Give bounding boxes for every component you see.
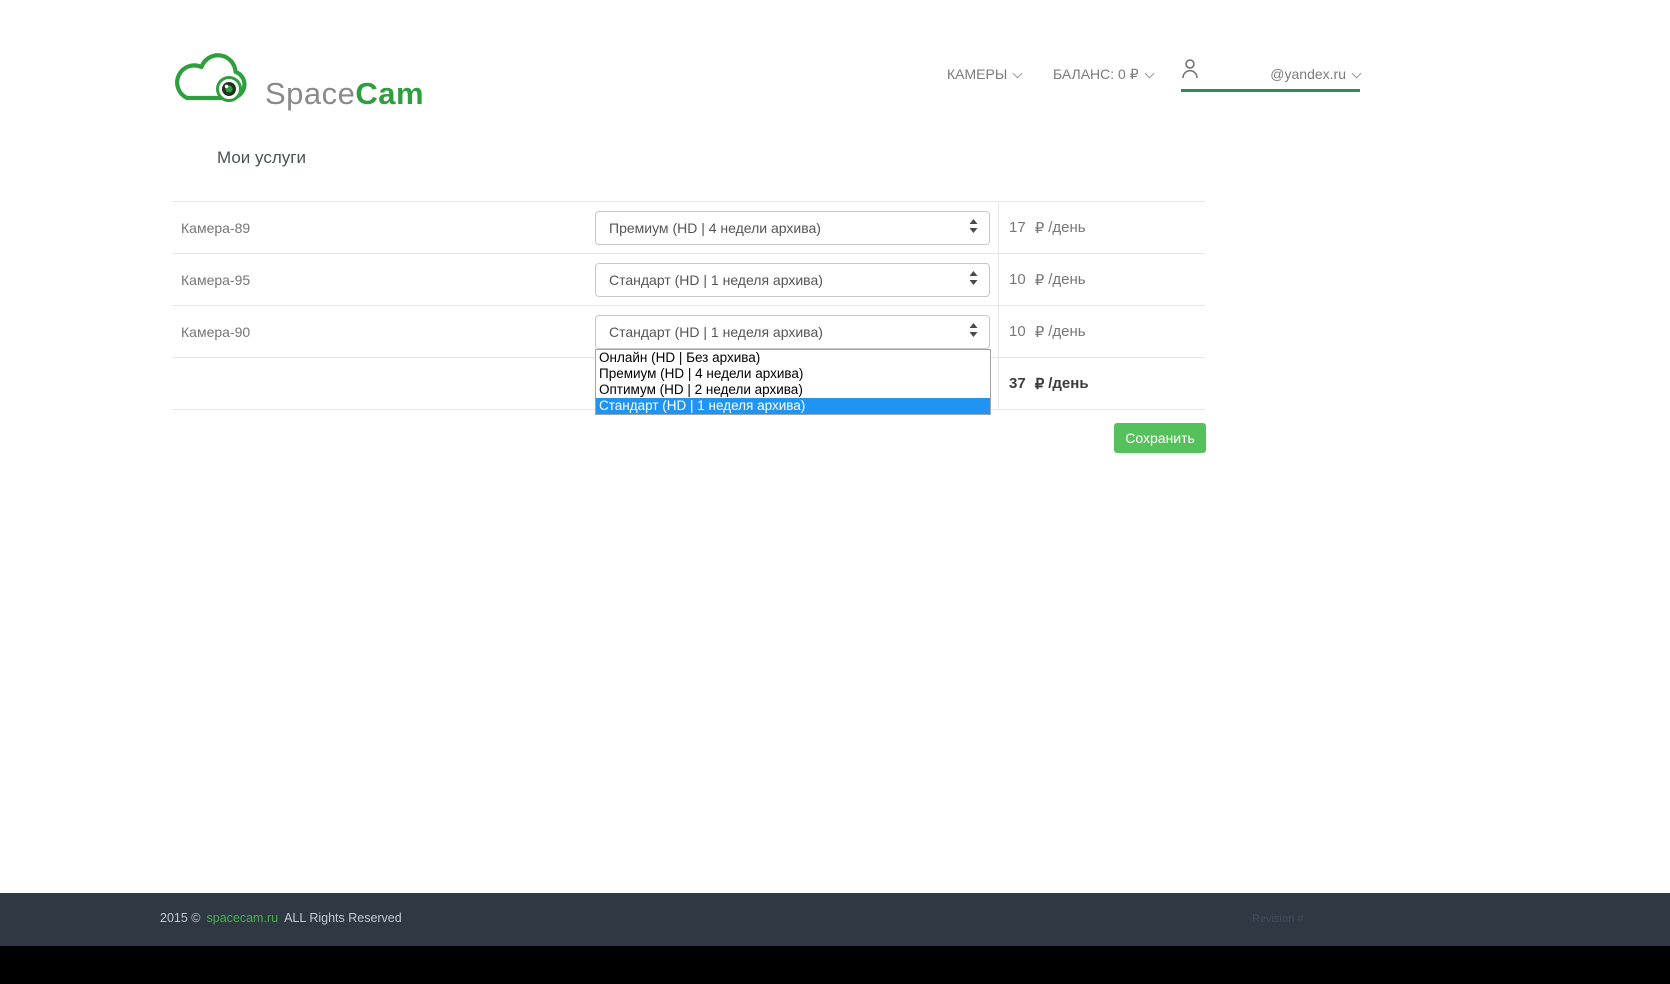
plan-cell: Премиум (HD | 4 недели архива) <box>595 202 998 253</box>
copyright-year: 2015 © <box>160 911 201 925</box>
total-price-value: 37 <box>1009 375 1026 392</box>
price-unit: /день <box>1048 323 1086 340</box>
select-updown-arrows-icon <box>969 323 978 340</box>
plan-select-value: Стандарт (HD | 1 неделя архива) <box>609 323 823 340</box>
footer-site-link[interactable]: spacecam.ru <box>207 911 279 925</box>
price-value: 10 <box>1009 271 1026 288</box>
brand-name-cam: Cam <box>355 76 425 111</box>
plan-select[interactable]: Премиум (HD | 4 недели архива) <box>595 210 990 245</box>
chevron-down-icon <box>1012 68 1023 79</box>
plan-select[interactable]: Стандарт (HD | 1 неделя архива) <box>595 262 990 297</box>
nav-balance-label: БАЛАНС: 0 ₽ <box>1053 66 1139 82</box>
chevron-down-icon <box>1351 68 1362 79</box>
account-menu[interactable]: @yandex.ru <box>1181 58 1362 92</box>
ruble-sign: ₽ <box>1034 323 1045 341</box>
nav-balance-menu[interactable]: БАЛАНС: 0 ₽ <box>1053 66 1155 83</box>
price-unit: /день <box>1048 219 1086 236</box>
price-unit: /день <box>1048 271 1086 288</box>
total-price-cell: 37 ₽ /день <box>998 358 1205 409</box>
price-value: 17 <box>1009 219 1026 236</box>
select-updown-arrows-icon <box>969 271 978 288</box>
price-cell: 17 ₽ /день <box>998 202 1205 253</box>
dropdown-option-online[interactable]: Онлайн (HD | Без архива) <box>596 350 990 366</box>
plan-dropdown-list: Онлайн (HD | Без архива) Премиум (HD | 4… <box>595 349 991 415</box>
ruble-sign: ₽ <box>1034 271 1045 289</box>
account-email: @yandex.ru <box>1270 66 1362 82</box>
camera-name: Камера-90 <box>181 323 251 340</box>
save-button[interactable]: Сохранить <box>1114 423 1206 453</box>
revision-label: Revision # <box>1252 913 1304 925</box>
camera-name: Камера-89 <box>181 219 251 236</box>
brand-name: SpaceCam <box>265 76 425 111</box>
table-row-camera-95: Камера-95 Стандарт (HD | 1 неделя архива… <box>173 254 1205 306</box>
table-row-camera-90: Камера-90 Стандарт (HD | 1 неделя архива… <box>173 306 1205 415</box>
plan-cell: Стандарт (HD | 1 неделя архива) <box>595 254 998 305</box>
copyright-rights: ALL Rights Reserved <box>284 911 402 925</box>
dropdown-option-premium[interactable]: Премиум (HD | 4 недели архива) <box>596 366 990 382</box>
price-cell: 10 ₽ /день <box>998 254 1205 305</box>
dropdown-option-standard-selected[interactable]: Стандарт (HD | 1 неделя архива) <box>596 398 990 414</box>
chevron-down-icon <box>1144 68 1155 79</box>
dropdown-option-optimum[interactable]: Оптимум (HD | 2 недели архива) <box>596 382 990 398</box>
plan-select-open[interactable]: Стандарт (HD | 1 неделя архива) <box>595 314 990 349</box>
bottom-black-bar <box>0 946 1670 984</box>
brand-logo[interactable]: SpaceCam <box>163 44 424 109</box>
account-email-label: @yandex.ru <box>1270 66 1346 82</box>
cloud-camera-icon <box>163 44 259 109</box>
user-icon <box>1181 58 1199 85</box>
select-updown-arrows-icon <box>969 219 978 236</box>
copyright: 2015 © spacecam.ru ALL Rights Reserved <box>160 911 402 925</box>
nav-cameras-label: КАМЕРЫ <box>947 66 1008 82</box>
plan-select-value: Премиум (HD | 4 недели архива) <box>609 219 821 236</box>
camera-name: Камера-95 <box>181 271 251 288</box>
price-value: 10 <box>1009 323 1026 340</box>
nav-cameras-menu[interactable]: КАМЕРЫ <box>947 66 1023 82</box>
price-cell: 10 ₽ /день <box>998 306 1205 357</box>
plan-cell: Стандарт (HD | 1 неделя архива) Онлайн (… <box>595 306 998 415</box>
table-row-camera-89: Камера-89 Премиум (HD | 4 недели архива)… <box>173 202 1205 254</box>
header: SpaceCam КАМЕРЫ БАЛАНС: 0 ₽ @yandex.ru <box>0 0 1670 130</box>
total-price-unit: /день <box>1048 375 1089 392</box>
page-title: Мои услуги <box>217 148 306 167</box>
ruble-sign: ₽ <box>1034 375 1045 393</box>
services-table: Камера-89 Премиум (HD | 4 недели архива)… <box>173 201 1205 415</box>
footer: 2015 © spacecam.ru ALL Rights Reserved Rev… <box>0 893 1670 946</box>
ruble-sign: ₽ <box>1034 219 1045 237</box>
plan-select-value: Стандарт (HD | 1 неделя архива) <box>609 271 823 288</box>
brand-name-space: Space <box>265 76 356 111</box>
